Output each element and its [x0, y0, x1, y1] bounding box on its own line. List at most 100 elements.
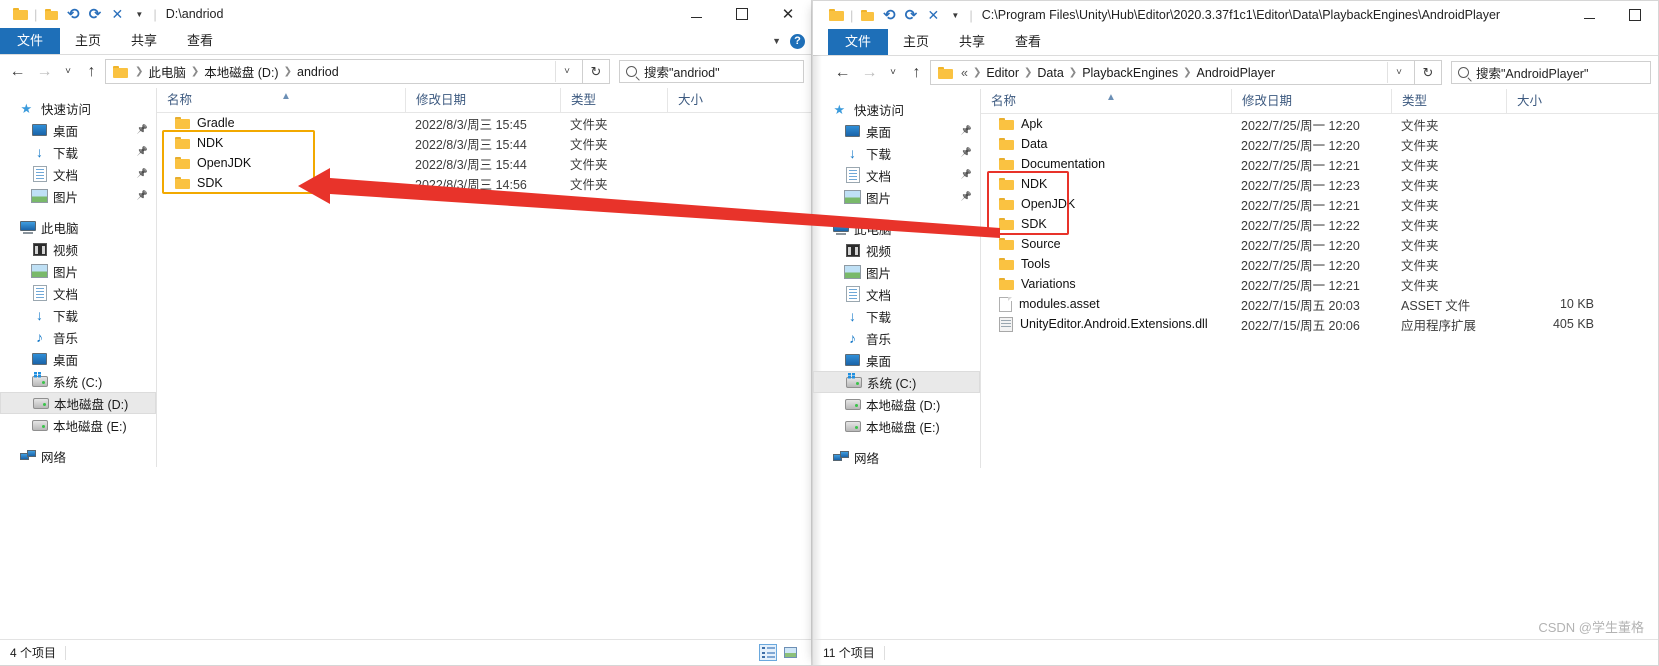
navigation-pane-right[interactable]: 快速访问桌面📌↓下载📌文档📌图片📌此电脑视频图片文档↓下载♪音乐桌面系统 (C:… — [813, 89, 980, 468]
column-header-name[interactable]: ▲ 名称 — [157, 88, 405, 112]
pin-icon[interactable]: 📌 — [137, 124, 148, 135]
table-row[interactable]: SDK 2022/7/25/周一 12:22 文件夹 — [981, 214, 1658, 234]
table-row[interactable]: Tools 2022/7/25/周一 12:20 文件夹 — [981, 254, 1658, 274]
maximize-button[interactable] — [719, 0, 765, 28]
breadcrumb-item-playbackengines[interactable]: PlaybackEngines — [1079, 66, 1181, 80]
nav-item-[interactable]: 桌面 — [813, 349, 980, 371]
tab-file[interactable]: 文件 — [0, 28, 61, 54]
column-header-name[interactable]: ▲ 名称 — [981, 89, 1231, 113]
nav-item-[interactable]: 快速访问 — [813, 98, 980, 120]
search-input[interactable]: 搜索"AndroidPlayer" — [1476, 63, 1588, 82]
redo-icon[interactable]: ⟲ — [900, 4, 922, 26]
breadcrumb-item-andriod[interactable]: andriod — [294, 65, 342, 79]
nav-item-[interactable]: 桌面 — [0, 348, 156, 370]
nav-item-[interactable]: 桌面 📌 — [0, 119, 156, 141]
pin-icon[interactable]: 📌 — [961, 191, 972, 202]
nav-item-[interactable]: ↓ 下载 — [0, 304, 156, 326]
table-row[interactable]: Apk 2022/7/25/周一 12:20 文件夹 — [981, 114, 1658, 134]
breadcrumb-item-editor[interactable]: Editor — [983, 66, 1022, 80]
table-row[interactable]: modules.asset 2022/7/15/周五 20:03 ASSET 文件 1… — [981, 294, 1658, 314]
undo-icon[interactable]: ⟲ — [62, 3, 84, 25]
nav-item-[interactable]: 此电脑 — [813, 217, 980, 239]
column-header-size[interactable]: 大小 — [667, 88, 767, 112]
table-row[interactable]: SDK 2022/8/3/周三 14:56 文件夹 — [157, 173, 811, 193]
tab-share[interactable]: 共享 — [944, 29, 1000, 55]
column-header-date[interactable]: 修改日期 — [1231, 89, 1391, 113]
nav-item-[interactable]: ♪ 音乐 — [0, 326, 156, 348]
maximize-button[interactable] — [1612, 1, 1658, 29]
table-row[interactable]: UnityEditor.Android.Extensions.dll 2022/7… — [981, 314, 1658, 334]
nav-item-[interactable]: 视频 — [0, 238, 156, 260]
tab-view[interactable]: 查看 — [1000, 29, 1056, 55]
help-icon[interactable]: ? — [790, 33, 805, 49]
nav-item-[interactable]: ♪ 音乐 — [813, 327, 980, 349]
breadcrumb-item-data[interactable]: Data — [1034, 66, 1066, 80]
minimize-button[interactable] — [1566, 1, 1612, 29]
table-row[interactable]: NDK 2022/7/25/周一 12:23 文件夹 — [981, 174, 1658, 194]
navigation-pane-left[interactable]: 快速访问桌面📌↓下载📌文档📌图片📌此电脑视频图片文档↓下载♪音乐桌面系统 (C:… — [0, 88, 156, 467]
details-view-icon[interactable] — [759, 644, 777, 661]
close-button[interactable]: ✕ — [765, 0, 811, 28]
breadcrumb-overflow-button[interactable]: « — [958, 66, 971, 80]
nav-item-E[interactable]: 本地磁盘 (E:) — [813, 415, 980, 437]
nav-item-[interactable]: ↓ 下载 📌 — [0, 141, 156, 163]
column-header-size[interactable]: 大小 — [1506, 89, 1606, 113]
nav-item-[interactable]: 图片 📌 — [0, 185, 156, 207]
forward-button[interactable]: → — [31, 58, 58, 86]
table-row[interactable]: Source 2022/7/25/周一 12:20 文件夹 — [981, 234, 1658, 254]
breadcrumb[interactable]: ❯ 此电脑 ❯ 本地磁盘 (D:) ❯ andriod ˅ — [105, 59, 583, 84]
forward-button[interactable]: → — [856, 59, 883, 87]
nav-item-C[interactable]: 系统 (C:) — [0, 370, 156, 392]
nav-item-[interactable]: 文档 📌 — [0, 163, 156, 185]
nav-item-[interactable]: 文档 — [813, 283, 980, 305]
customize-caret-icon[interactable]: ▼ — [128, 3, 150, 25]
recent-locations-button[interactable]: ˅ — [58, 58, 78, 86]
back-button[interactable]: ← — [4, 58, 31, 86]
nav-item-D[interactable]: 本地磁盘 (D:) — [0, 392, 156, 414]
search-input[interactable]: 搜索"andriod" — [644, 62, 720, 81]
nav-item-[interactable]: 图片 📌 — [813, 186, 980, 208]
table-row[interactable]: Variations 2022/7/25/周一 12:21 文件夹 — [981, 274, 1658, 294]
nav-item-C[interactable]: 系统 (C:) — [813, 371, 980, 393]
redo-icon[interactable]: ⟲ — [84, 3, 106, 25]
breadcrumb-item-this-pc[interactable]: 此电脑 — [145, 62, 189, 81]
table-row[interactable]: OpenJDK 2022/8/3/周三 15:44 文件夹 — [157, 153, 811, 173]
recent-locations-button[interactable]: ˅ — [883, 59, 903, 87]
column-header-type[interactable]: 类型 — [1391, 89, 1506, 113]
nav-item-[interactable]: 网络 — [0, 445, 156, 467]
pin-icon[interactable]: 📌 — [137, 190, 148, 201]
nav-item-[interactable]: 桌面 📌 — [813, 120, 980, 142]
customize-caret-icon[interactable]: ▼ — [944, 4, 966, 26]
delete-icon[interactable]: ✕ — [922, 4, 944, 26]
refresh-button[interactable]: ↻ — [1415, 60, 1442, 85]
delete-icon[interactable]: ✕ — [106, 3, 128, 25]
nav-item-[interactable]: 文档 — [0, 282, 156, 304]
nav-item-[interactable]: 文档 📌 — [813, 164, 980, 186]
nav-item-[interactable]: 视频 — [813, 239, 980, 261]
nav-item-[interactable]: 网络 — [813, 446, 980, 468]
nav-item-[interactable]: 图片 — [0, 260, 156, 282]
folder-properties-icon[interactable] — [856, 4, 878, 26]
address-dropdown-button[interactable]: ˅ — [555, 61, 578, 82]
pin-icon[interactable]: 📌 — [137, 168, 148, 179]
folder-icon[interactable] — [825, 4, 847, 26]
thumbnail-view-icon[interactable] — [781, 644, 799, 661]
pin-icon[interactable]: 📌 — [137, 146, 148, 157]
table-row[interactable]: Data 2022/7/25/周一 12:20 文件夹 — [981, 134, 1658, 154]
up-button[interactable]: ↑ — [78, 58, 105, 86]
table-row[interactable]: Gradle 2022/8/3/周三 15:45 文件夹 — [157, 113, 811, 133]
nav-item-E[interactable]: 本地磁盘 (E:) — [0, 414, 156, 436]
column-header-date[interactable]: 修改日期 — [405, 88, 560, 112]
tab-file[interactable]: 文件 — [828, 29, 889, 55]
table-row[interactable]: Documentation 2022/7/25/周一 12:21 文件夹 — [981, 154, 1658, 174]
table-row[interactable]: NDK 2022/8/3/周三 15:44 文件夹 — [157, 133, 811, 153]
tab-share[interactable]: 共享 — [116, 28, 172, 54]
nav-item-[interactable]: ↓ 下载 — [813, 305, 980, 327]
nav-item-[interactable]: ↓ 下载 📌 — [813, 142, 980, 164]
minimize-button[interactable] — [673, 0, 719, 28]
search-box-right[interactable]: 搜索"AndroidPlayer" — [1451, 61, 1651, 84]
nav-item-[interactable]: 此电脑 — [0, 216, 156, 238]
back-button[interactable]: ← — [829, 59, 856, 87]
refresh-button[interactable]: ↻ — [583, 59, 610, 84]
breadcrumb[interactable]: « ❯ Editor ❯ Data ❯ PlaybackEngines ❯ An… — [930, 60, 1415, 85]
